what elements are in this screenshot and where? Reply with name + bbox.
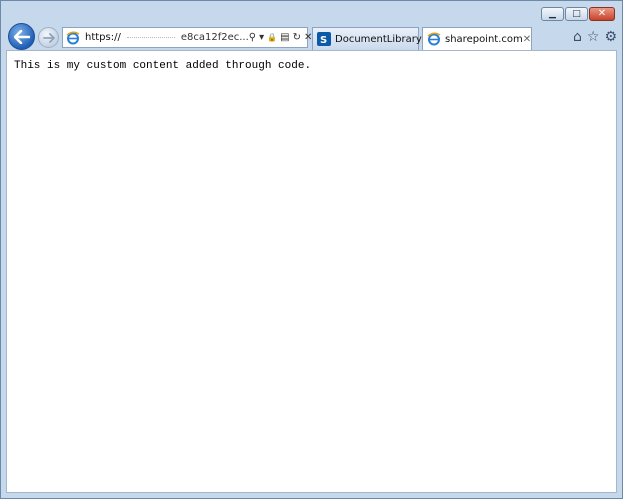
favorites-icon[interactable]: ☆	[587, 29, 600, 45]
tab-documentlibrary[interactable]: S DocumentLibrary	[312, 27, 422, 50]
ie-icon	[66, 31, 80, 44]
address-hash: e8ca12f2ec...	[180, 32, 249, 43]
close-icon: ✕	[597, 8, 607, 19]
maximize-icon: □	[572, 8, 581, 19]
tab-label: sharepoint.com	[445, 33, 523, 45]
page-body-text: This is my custom content added through …	[14, 60, 312, 72]
ie-icon	[427, 32, 441, 46]
home-icon[interactable]: ⌂	[573, 29, 582, 45]
maximize-button[interactable]: □	[565, 7, 588, 21]
forward-button[interactable]	[38, 27, 59, 48]
address-prefix: https://	[85, 32, 121, 43]
address-redacted	[126, 36, 175, 38]
minimize-button[interactable]: ▁	[541, 7, 564, 21]
navigation-bar: https:// e8ca12f2ec... ⚲ ▾ 🔒 ▤ ↻ ✕ S Docu…	[1, 22, 623, 50]
window-controls: ▁ □ ✕	[541, 7, 615, 21]
browser-toolbar: ⌂ ☆ ⚙	[573, 29, 617, 45]
lock-icon[interactable]: 🔒	[267, 33, 277, 42]
refresh-icon[interactable]: ↻	[293, 32, 301, 43]
back-arrow-icon	[13, 29, 30, 44]
close-button[interactable]: ✕	[589, 7, 615, 21]
address-text: https:// e8ca12f2ec...	[85, 32, 249, 43]
tools-icon[interactable]: ⚙	[604, 29, 617, 45]
page-content: This is my custom content added through …	[6, 50, 617, 493]
address-tools: ⚲ ▾ 🔒 ▤ ↻ ✕	[249, 32, 316, 43]
tab-close-icon[interactable]: ✕	[523, 34, 531, 45]
browser-window: ▁ □ ✕ https:// e8ca12f2ec... ⚲ ▾ 🔒 ▤ ↻ ✕ …	[0, 0, 623, 499]
forward-arrow-icon	[42, 32, 55, 43]
dropdown-icon[interactable]: ▾	[259, 32, 264, 43]
address-bar[interactable]: https://e8ca12f2ec... ⚲ ▾ 🔒 ▤ ↻ ✕	[62, 27, 312, 48]
compatibility-icon[interactable]: ▤	[280, 32, 289, 43]
svg-text:S: S	[320, 35, 327, 46]
search-icon[interactable]: ⚲	[249, 32, 256, 43]
sharepoint-icon: S	[317, 32, 331, 46]
tab-label: DocumentLibrary	[335, 33, 422, 45]
back-button[interactable]	[8, 23, 35, 50]
minimize-icon: ▁	[549, 8, 556, 19]
tab-sharepoint[interactable]: sharepoint.com ✕	[422, 27, 532, 50]
